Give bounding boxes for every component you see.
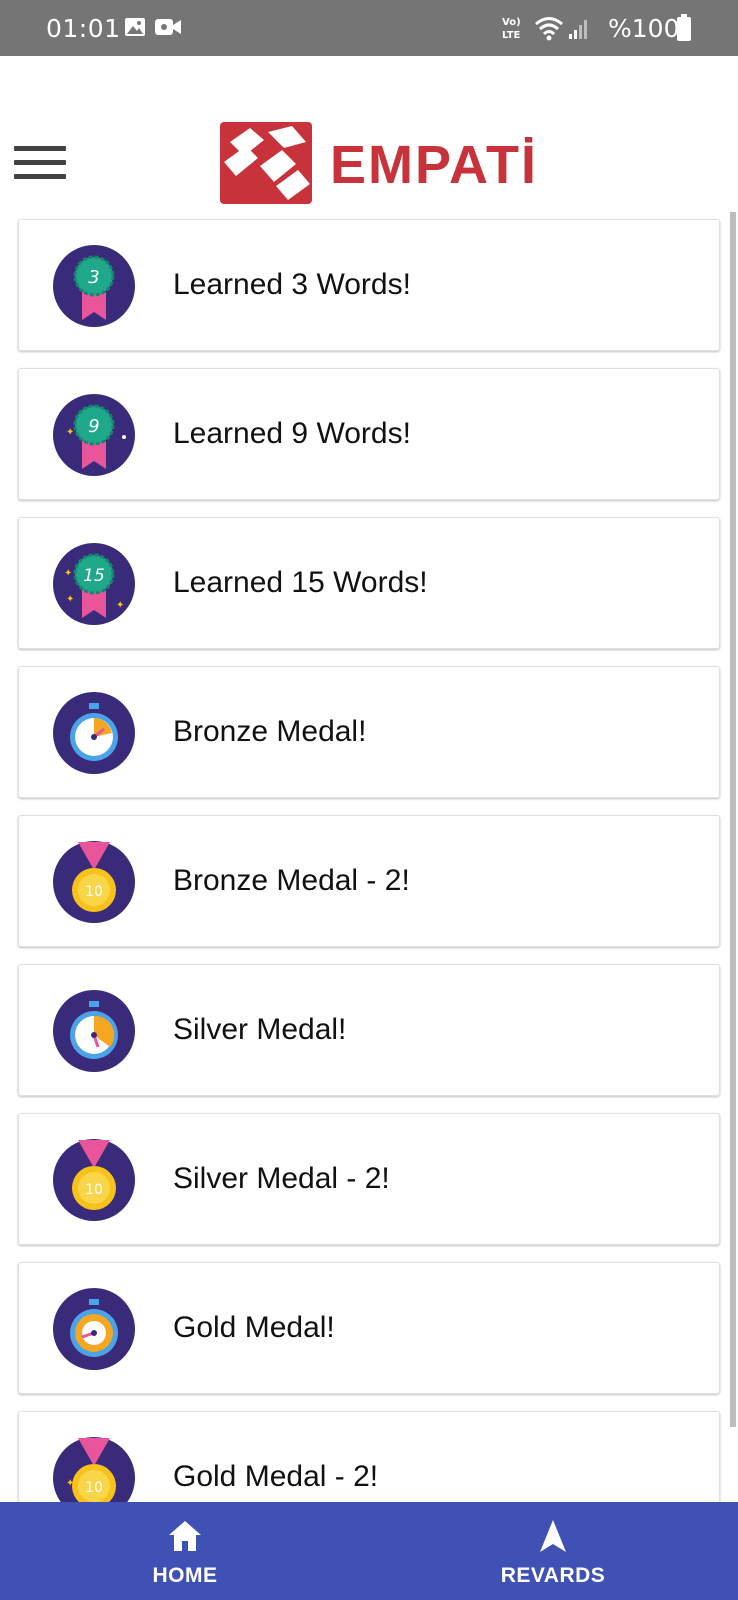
reward-card[interactable]: Silver Medal! (18, 964, 720, 1096)
badge-number: 10 (85, 884, 103, 900)
stopwatch-icon (53, 1288, 135, 1370)
hamburger-menu-icon[interactable] (14, 146, 66, 182)
nav-rewards[interactable]: REVARDS (463, 1502, 643, 1600)
reward-card[interactable]: 10 Bronze Medal - 2! (18, 815, 720, 947)
logo-hands-icon (220, 122, 312, 204)
badge-number: 10 (85, 1480, 103, 1496)
volte-icon: Vo) LTE (502, 17, 521, 41)
ribbon-badge-icon: 3 (53, 245, 135, 327)
medal-icon: 10 (53, 841, 135, 923)
reward-label: Silver Medal! (173, 1013, 347, 1046)
status-bar: 01:01 Vo) LTE %100 (0, 0, 738, 56)
reward-card[interactable]: 10 Silver Medal - 2! (18, 1113, 720, 1245)
reward-card[interactable]: ✦ ✦ ✦ 15 Learned 15 Words! (18, 517, 720, 649)
wifi-icon (535, 17, 563, 41)
badge-number: 9 (88, 416, 99, 437)
logo-text: EMPATİ (330, 135, 538, 195)
svg-text:✦: ✦ (116, 600, 124, 611)
nav-rewards-label: REVARDS (500, 1564, 606, 1587)
reward-label: Learned 3 Words! (173, 268, 411, 301)
app-header: EMPATİ (0, 56, 738, 212)
nav-home-label: HOME (152, 1564, 218, 1587)
reward-card[interactable]: ✦ 9 Learned 9 Words! (18, 368, 720, 500)
ribbon-badge-icon: ✦ ✦ ✦ 15 (53, 543, 135, 625)
reward-label: Gold Medal - 2! (173, 1460, 379, 1493)
svg-text:Vo): Vo) (502, 17, 521, 28)
reward-label: Learned 9 Words! (173, 417, 411, 450)
bottom-navigation: HOME REVARDS (0, 1502, 738, 1600)
reward-card[interactable]: Gold Medal! (18, 1262, 720, 1394)
badge-number: 15 (83, 566, 105, 586)
scrollbar[interactable] (730, 212, 736, 1427)
badge-number: 10 (85, 1182, 103, 1198)
svg-text:LTE: LTE (502, 30, 521, 41)
rewards-list[interactable]: 3 Learned 3 Words! ✦ 9 Learned 9 Words! … (0, 212, 738, 1502)
svg-text:✦: ✦ (66, 594, 74, 605)
empati-logo: EMPATİ (220, 122, 536, 204)
home-icon (169, 1521, 201, 1551)
medal-icon: 10 (53, 1139, 135, 1221)
svg-text:✦: ✦ (64, 568, 72, 579)
svg-text:✦: ✦ (66, 427, 74, 438)
stopwatch-icon (53, 990, 135, 1072)
reward-label: Learned 15 Words! (173, 566, 428, 599)
signal-icon (569, 20, 587, 39)
reward-card[interactable]: ✦ 10 Gold Medal - 2! (18, 1411, 720, 1502)
navigation-arrow-icon (540, 1520, 566, 1552)
reward-card[interactable]: Bronze Medal! (18, 666, 720, 798)
video-camera-icon (155, 19, 181, 35)
battery-icon (677, 14, 691, 41)
reward-label: Silver Medal - 2! (173, 1162, 390, 1195)
badge-number: 3 (88, 267, 99, 288)
stopwatch-icon (53, 692, 135, 774)
reward-label: Gold Medal! (173, 1311, 335, 1344)
gallery-icon (125, 18, 145, 36)
nav-home[interactable]: HOME (95, 1502, 275, 1600)
medal-icon: ✦ 10 (53, 1437, 135, 1502)
reward-card[interactable]: 3 Learned 3 Words! (18, 219, 720, 351)
battery-percent: %100 (608, 14, 680, 43)
status-time: 01:01 (46, 14, 121, 43)
reward-label: Bronze Medal! (173, 715, 367, 748)
reward-label: Bronze Medal - 2! (173, 864, 410, 897)
ribbon-badge-icon: ✦ 9 (53, 394, 135, 476)
